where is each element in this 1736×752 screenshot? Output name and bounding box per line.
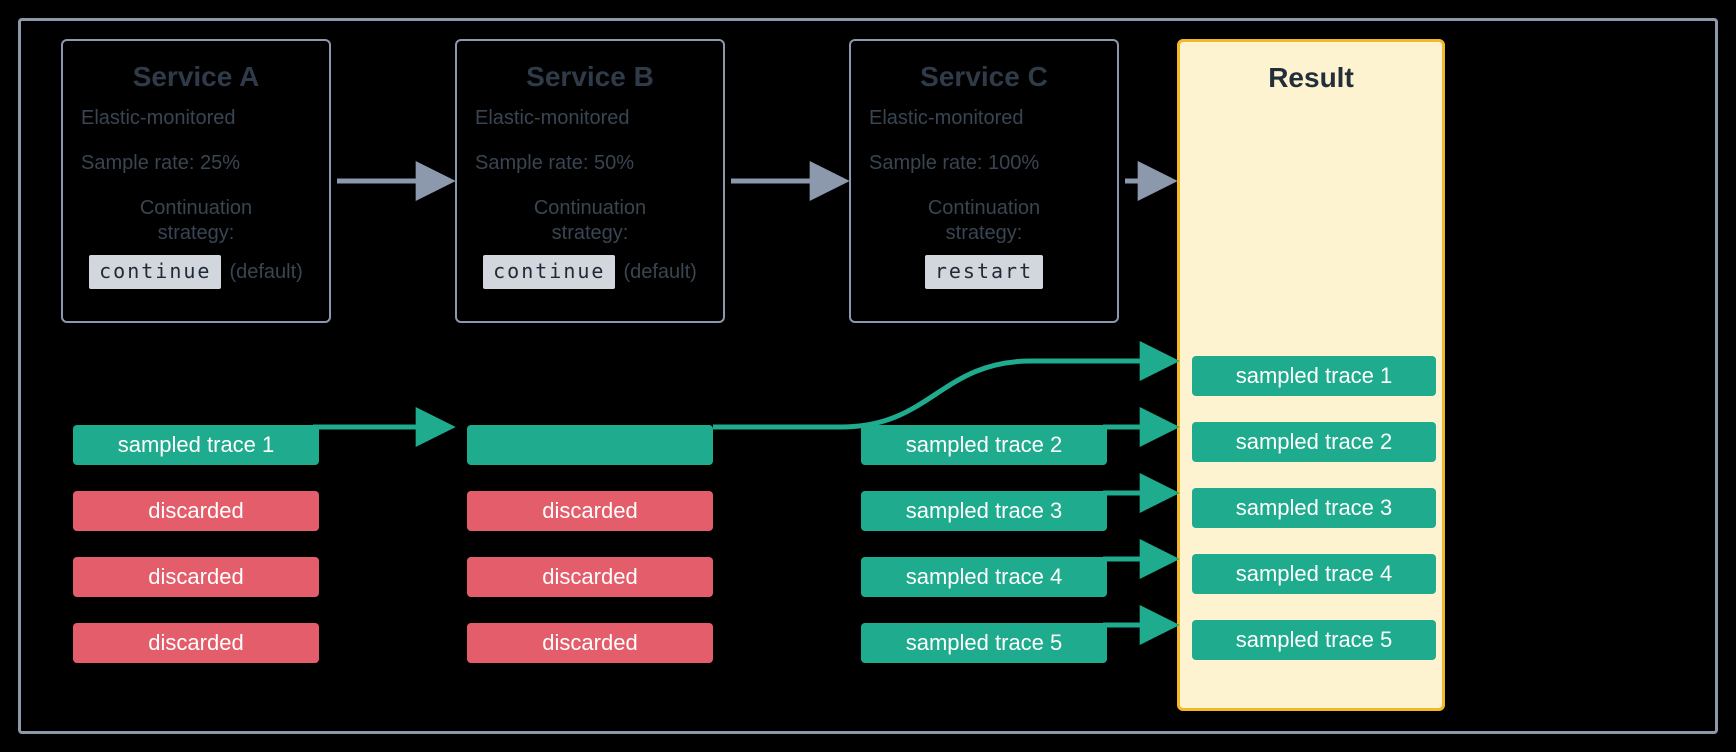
service-b-traces: discarded discarded discarded bbox=[455, 425, 725, 689]
sampled-trace-pill: sampled trace 3 bbox=[861, 491, 1107, 531]
sampled-trace-pill: sampled trace 1 bbox=[73, 425, 319, 465]
strategy-label-line1: Continuation bbox=[475, 197, 705, 220]
service-c-monitored: Elastic-monitored bbox=[869, 105, 1099, 132]
arrow-trace1-b-to-result bbox=[713, 361, 1173, 427]
service-b-sample-rate: Sample rate: 50% bbox=[475, 150, 705, 177]
service-a-column: Service A Elastic-monitored Sample rate:… bbox=[61, 39, 331, 323]
sampled-trace-pill: sampled trace 4 bbox=[861, 557, 1107, 597]
default-text: (default) bbox=[229, 261, 302, 284]
sampled-trace-pill bbox=[467, 425, 713, 465]
service-b-monitored: Elastic-monitored bbox=[475, 105, 705, 132]
discarded-trace-pill: discarded bbox=[73, 623, 319, 663]
sampled-trace-pill: sampled trace 1 bbox=[1192, 356, 1436, 396]
service-a-title: Service A bbox=[81, 61, 311, 93]
sampled-trace-pill: sampled trace 2 bbox=[861, 425, 1107, 465]
service-c-title: Service C bbox=[869, 61, 1099, 93]
strategy-label-line2: strategy: bbox=[475, 222, 705, 245]
result-title: Result bbox=[1180, 42, 1442, 94]
service-a-strategy-value: continue (default) bbox=[89, 255, 303, 289]
service-c-column: Service C Elastic-monitored Sample rate:… bbox=[849, 39, 1119, 323]
service-c-box: Service C Elastic-monitored Sample rate:… bbox=[849, 39, 1119, 323]
strategy-label-line2: strategy: bbox=[81, 222, 311, 245]
code-pill: restart bbox=[925, 255, 1043, 289]
service-b-column: Service B Elastic-monitored Sample rate:… bbox=[455, 39, 725, 323]
diagram-frame: Service A Elastic-monitored Sample rate:… bbox=[18, 18, 1718, 734]
service-a-strategy: Continuation strategy: continue (default… bbox=[81, 197, 311, 289]
discarded-trace-pill: discarded bbox=[467, 557, 713, 597]
code-pill: continue bbox=[89, 255, 221, 289]
service-a-meta: Elastic-monitored Sample rate: 25% bbox=[81, 105, 311, 177]
service-b-meta: Elastic-monitored Sample rate: 50% bbox=[475, 105, 705, 177]
service-c-traces: sampled trace 2 sampled trace 3 sampled tr… bbox=[849, 425, 1119, 689]
service-c-meta: Elastic-monitored Sample rate: 100% bbox=[869, 105, 1099, 177]
discarded-trace-pill: discarded bbox=[467, 491, 713, 531]
service-c-sample-rate: Sample rate: 100% bbox=[869, 150, 1099, 177]
service-a-box: Service A Elastic-monitored Sample rate:… bbox=[61, 39, 331, 323]
service-b-title: Service B bbox=[475, 61, 705, 93]
strategy-label-line1: Continuation bbox=[869, 197, 1099, 220]
discarded-trace-pill: discarded bbox=[73, 557, 319, 597]
sampled-trace-pill: sampled trace 5 bbox=[861, 623, 1107, 663]
service-a-sample-rate: Sample rate: 25% bbox=[81, 150, 311, 177]
service-b-strategy-value: continue (default) bbox=[483, 255, 697, 289]
service-b-strategy: Continuation strategy: continue (default… bbox=[475, 197, 705, 289]
result-traces: sampled trace 1 sampled trace 2 sampled tr… bbox=[1192, 356, 1436, 686]
sampled-trace-pill: sampled trace 5 bbox=[1192, 620, 1436, 660]
service-c-strategy-value: restart bbox=[925, 255, 1043, 289]
discarded-trace-pill: discarded bbox=[467, 623, 713, 663]
sampled-trace-pill: sampled trace 3 bbox=[1192, 488, 1436, 528]
sampled-trace-pill: sampled trace 4 bbox=[1192, 554, 1436, 594]
sampled-trace-pill: sampled trace 2 bbox=[1192, 422, 1436, 462]
service-c-strategy: Continuation strategy: restart bbox=[869, 197, 1099, 289]
discarded-trace-pill: discarded bbox=[73, 491, 319, 531]
service-b-box: Service B Elastic-monitored Sample rate:… bbox=[455, 39, 725, 323]
service-a-monitored: Elastic-monitored bbox=[81, 105, 311, 132]
strategy-label-line1: Continuation bbox=[81, 197, 311, 220]
default-text: (default) bbox=[623, 261, 696, 284]
strategy-label-line2: strategy: bbox=[869, 222, 1099, 245]
service-a-traces: sampled trace 1 discarded discarded discard… bbox=[61, 425, 331, 689]
result-box: Result sampled trace 1sampled trace 2sam… bbox=[1177, 39, 1445, 711]
code-pill: continue bbox=[483, 255, 615, 289]
